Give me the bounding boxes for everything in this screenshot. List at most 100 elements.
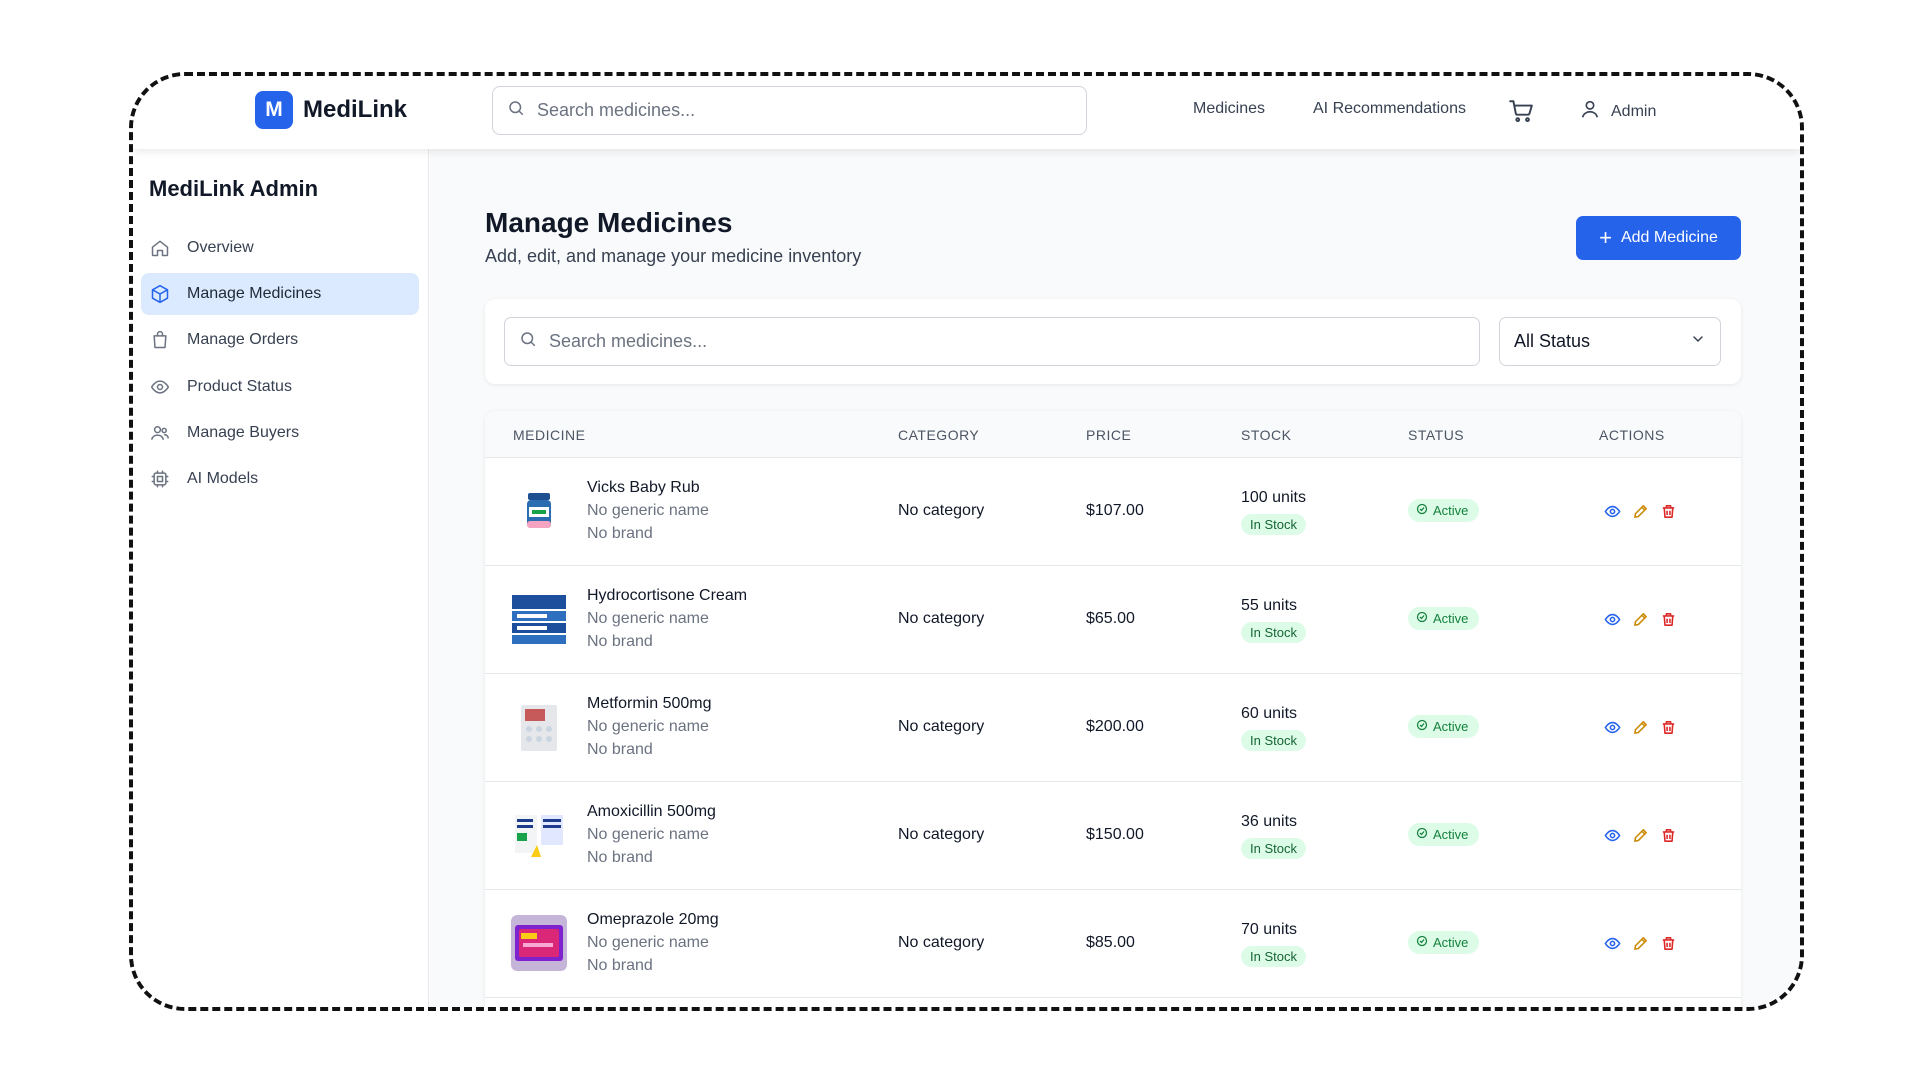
nav-link-ai-recommendations[interactable]: AI Recommendations xyxy=(1313,100,1466,118)
column-header-medicine: MEDICINE xyxy=(513,427,586,443)
app-name: MediLink xyxy=(303,96,408,123)
medicine-thumbnail xyxy=(511,483,567,539)
sidebar: MediLink Admin Overview Manage Medicines… xyxy=(133,149,429,1007)
medicine-generic-name: No generic name xyxy=(587,610,709,627)
sidebar-item-label: Overview xyxy=(187,239,254,256)
medicine-brand: No brand xyxy=(587,849,653,866)
logo[interactable]: M MediLink xyxy=(255,91,407,129)
logo-badge: M xyxy=(255,91,293,129)
table-row: Vicks Baby Rub No generic name No brand … xyxy=(485,458,1741,566)
sidebar-item-ai-models[interactable]: AI Models xyxy=(141,458,419,500)
medicine-category: No category xyxy=(898,610,985,627)
medicine-name[interactable]: Omeprazole 20mg xyxy=(587,911,719,929)
edit-icon[interactable] xyxy=(1630,825,1650,845)
search-icon xyxy=(519,330,537,353)
delete-icon[interactable] xyxy=(1658,501,1678,521)
sidebar-item-manage-medicines[interactable]: Manage Medicines xyxy=(141,273,419,315)
status-filter-value: All Status xyxy=(1514,331,1591,351)
eye-icon xyxy=(149,376,171,398)
view-icon[interactable] xyxy=(1602,609,1622,629)
medicines-table: MEDICINE CATEGORY PRICE STOCK STATUS ACT… xyxy=(485,411,1741,1007)
medicine-brand: No brand xyxy=(587,525,653,542)
delete-icon[interactable] xyxy=(1658,825,1678,845)
medicine-brand: No brand xyxy=(587,957,653,974)
medicine-stock-units: 36 units xyxy=(1241,813,1298,830)
medicine-search-input[interactable] xyxy=(549,331,1479,352)
top-search-box[interactable] xyxy=(492,86,1087,135)
stock-badge: In Stock xyxy=(1241,514,1306,535)
sidebar-item-label: Manage Orders xyxy=(187,331,299,348)
sidebar-item-label: Manage Buyers xyxy=(187,424,300,441)
sidebar-item-product-status[interactable]: Product Status xyxy=(141,366,419,408)
box-icon xyxy=(149,283,171,305)
column-header-price: PRICE xyxy=(1086,427,1132,443)
check-circle-icon xyxy=(1416,611,1428,626)
scrollbar[interactable] xyxy=(1800,149,1804,569)
medicine-generic-name: No generic name xyxy=(587,718,709,735)
edit-icon[interactable] xyxy=(1630,933,1650,953)
delete-icon[interactable] xyxy=(1658,933,1678,953)
page-title: Manage Medicines xyxy=(485,207,733,238)
edit-icon[interactable] xyxy=(1630,717,1650,737)
nav-link-medicines[interactable]: Medicines xyxy=(1193,100,1265,118)
sidebar-item-overview[interactable]: Overview xyxy=(141,227,419,269)
check-circle-icon xyxy=(1416,935,1428,950)
cart-icon[interactable] xyxy=(1508,98,1534,129)
medicine-search-box[interactable] xyxy=(504,317,1480,366)
user-label: Admin xyxy=(1611,102,1657,120)
sidebar-item-manage-orders[interactable]: Manage Orders xyxy=(141,319,419,361)
cpu-icon xyxy=(149,468,171,490)
status-label: Active xyxy=(1433,935,1469,950)
add-medicine-button[interactable]: + Add Medicine xyxy=(1576,216,1741,260)
view-icon[interactable] xyxy=(1602,717,1622,737)
medicine-category: No category xyxy=(898,502,985,519)
medicine-name[interactable]: Hydrocortisone Cream xyxy=(587,587,747,605)
app-window: M MediLink Medicines AI Recommendations … xyxy=(129,72,1804,1011)
status-badge: Active xyxy=(1408,715,1480,738)
users-icon xyxy=(149,422,171,444)
sidebar-item-label: AI Models xyxy=(187,470,259,487)
stock-badge: In Stock xyxy=(1241,622,1306,643)
home-icon xyxy=(149,237,171,259)
medicine-name[interactable]: Vicks Baby Rub xyxy=(587,479,700,497)
medicine-category: No category xyxy=(898,934,985,951)
delete-icon[interactable] xyxy=(1658,717,1678,737)
medicine-name[interactable]: Metformin 500mg xyxy=(587,695,712,713)
view-icon[interactable] xyxy=(1602,825,1622,845)
status-label: Active xyxy=(1433,827,1469,842)
medicine-thumbnail xyxy=(511,915,567,971)
status-badge: Active xyxy=(1408,931,1480,954)
user-menu[interactable]: Admin xyxy=(1579,98,1656,125)
medicine-category: No category xyxy=(898,826,985,843)
medicine-thumbnail xyxy=(511,807,567,863)
shopping-bag-icon xyxy=(149,329,171,351)
stock-badge: In Stock xyxy=(1241,838,1306,859)
medicine-stock-units: 55 units xyxy=(1241,597,1298,614)
edit-icon[interactable] xyxy=(1630,609,1650,629)
status-filter-select[interactable]: All Status xyxy=(1499,317,1721,366)
status-label: Active xyxy=(1433,719,1469,734)
view-icon[interactable] xyxy=(1602,501,1622,521)
medicine-generic-name: No generic name xyxy=(587,826,709,843)
medicine-thumbnail xyxy=(511,699,567,755)
sidebar-item-label: Product Status xyxy=(187,378,292,395)
medicine-brand: No brand xyxy=(587,633,653,650)
medicine-price: $150.00 xyxy=(1086,826,1144,843)
column-header-stock: STOCK xyxy=(1241,427,1292,443)
medicine-stock-units: 70 units xyxy=(1241,921,1298,938)
check-circle-icon xyxy=(1416,719,1428,734)
main-content: Manage Medicines Add, edit, and manage y… xyxy=(430,149,1804,1007)
delete-icon[interactable] xyxy=(1658,609,1678,629)
table-row: Omeprazole 20mg No generic name No brand… xyxy=(485,890,1741,998)
top-search-input[interactable] xyxy=(537,100,1086,121)
medicine-generic-name: No generic name xyxy=(587,502,709,519)
table-header: MEDICINE CATEGORY PRICE STOCK STATUS ACT… xyxy=(485,411,1741,458)
stock-badge: In Stock xyxy=(1241,730,1306,751)
medicine-name[interactable]: Amoxicillin 500mg xyxy=(587,803,716,821)
check-circle-icon xyxy=(1416,827,1428,842)
status-badge: Active xyxy=(1408,607,1480,630)
medicine-stock-units: 60 units xyxy=(1241,705,1298,722)
sidebar-item-manage-buyers[interactable]: Manage Buyers xyxy=(141,412,419,454)
view-icon[interactable] xyxy=(1602,933,1622,953)
edit-icon[interactable] xyxy=(1630,501,1650,521)
